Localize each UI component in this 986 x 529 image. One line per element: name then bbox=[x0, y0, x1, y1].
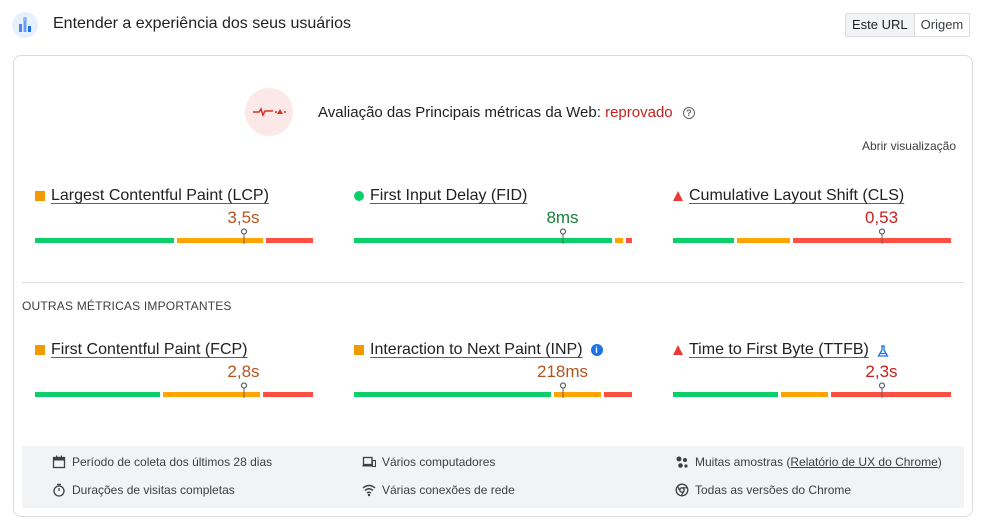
period-item: Período de coleta dos últimos 28 dias bbox=[52, 455, 272, 469]
distribution-bar bbox=[35, 238, 313, 243]
needs-improvement-segment bbox=[176, 238, 263, 243]
section-header: Entender a experiência dos seus usuários… bbox=[0, 0, 986, 50]
visits-item: Durações de visitas completas bbox=[52, 483, 235, 497]
poor-segment bbox=[265, 238, 313, 243]
timer-icon bbox=[53, 483, 65, 497]
network-item: Várias conexões de rede bbox=[362, 483, 515, 497]
distribution-bar bbox=[354, 238, 632, 243]
good-segment bbox=[673, 392, 779, 397]
metric-name-link[interactable]: Cumulative Layout Shift (CLS) bbox=[689, 187, 904, 205]
metric-value: 218ms bbox=[536, 362, 589, 381]
metric-value: 2,3s bbox=[865, 362, 898, 381]
devices-item: Vários computadores bbox=[362, 455, 495, 469]
wifi-icon bbox=[362, 484, 376, 497]
distribution-bar bbox=[673, 238, 951, 243]
p75-marker bbox=[240, 228, 247, 245]
period-text: Período de coleta dos últimos 28 dias bbox=[72, 455, 273, 469]
metric-fcp: First Contentful Paint (FCP) 2,8s bbox=[35, 340, 313, 410]
section-title: Entender a experiência dos seus usuários bbox=[53, 15, 351, 32]
section-divider bbox=[22, 282, 964, 283]
distribution-bar bbox=[35, 392, 313, 397]
samples-suffix: ) bbox=[937, 455, 942, 469]
crux-report-link[interactable]: Relatório de UX do Chrome bbox=[790, 455, 937, 469]
needs-improvement-segment bbox=[781, 392, 829, 397]
metric-header: First Input Delay (FID) bbox=[354, 186, 527, 206]
good-segment bbox=[354, 238, 613, 243]
metric-header: First Contentful Paint (FCP) bbox=[35, 340, 248, 360]
p75-marker bbox=[559, 382, 566, 399]
good-circle-icon bbox=[354, 191, 364, 201]
needs-improvement-segment bbox=[736, 238, 790, 243]
metric-fid: First Input Delay (FID) 8ms bbox=[354, 186, 632, 256]
needs-improvement-square-icon bbox=[35, 191, 45, 201]
calendar-icon bbox=[52, 455, 66, 469]
p75-marker bbox=[559, 228, 566, 245]
poor-triangle-icon bbox=[673, 191, 683, 201]
poor-segment bbox=[792, 238, 951, 243]
network-text: Várias conexões de rede bbox=[382, 483, 515, 497]
devices-icon bbox=[362, 456, 376, 468]
samples-item: Muitas amostras (Relatório de UX do Chro… bbox=[675, 455, 942, 469]
visits-text: Durações de visitas completas bbox=[72, 483, 235, 497]
metric-name-link[interactable]: First Contentful Paint (FCP) bbox=[51, 341, 248, 359]
good-segment bbox=[354, 392, 552, 397]
assessment-text: Avaliação das Principais métricas da Web… bbox=[318, 104, 695, 121]
p75-marker bbox=[240, 382, 247, 399]
this-url-button[interactable]: Este URL bbox=[846, 14, 915, 36]
chrome-icon bbox=[675, 483, 689, 497]
distribution-bar bbox=[354, 392, 632, 397]
metric-name-link[interactable]: First Input Delay (FID) bbox=[370, 187, 527, 205]
metric-name-link[interactable]: Interaction to Next Paint (INP) bbox=[370, 341, 583, 359]
assessment-status: reprovado bbox=[605, 104, 673, 121]
assessment-failed-icon bbox=[245, 88, 293, 136]
poor-segment bbox=[626, 238, 632, 243]
metric-value: 0,53 bbox=[864, 208, 899, 227]
needs-improvement-square-icon bbox=[354, 345, 364, 355]
question-circle-icon[interactable]: ? bbox=[682, 107, 695, 119]
p75-marker bbox=[878, 382, 885, 399]
poor-segment bbox=[262, 392, 313, 397]
good-segment bbox=[673, 238, 734, 243]
metric-name-link[interactable]: Time to First Byte (TTFB) bbox=[689, 341, 869, 359]
good-segment bbox=[35, 392, 160, 397]
metric-name-link[interactable]: Largest Contentful Paint (LCP) bbox=[51, 187, 269, 205]
metric-ttfb: Time to First Byte (TTFB) 2,3s bbox=[673, 340, 951, 410]
metadata-footer: Período de coleta dos últimos 28 dias Du… bbox=[22, 446, 964, 508]
samples-icon bbox=[676, 456, 688, 468]
poor-segment bbox=[831, 392, 951, 397]
devices-text: Vários computadores bbox=[382, 455, 496, 469]
metric-value: 2,8s bbox=[227, 362, 260, 381]
open-view-link[interactable]: Abrir visualização bbox=[862, 139, 956, 153]
needs-improvement-segment bbox=[615, 238, 624, 243]
metric-value: 3,5s bbox=[227, 208, 260, 227]
metric-header: Largest Contentful Paint (LCP) bbox=[35, 186, 269, 206]
origin-button[interactable]: Origem bbox=[914, 14, 970, 36]
p75-marker bbox=[878, 228, 885, 245]
other-metrics-label: OUTRAS MÉTRICAS IMPORTANTES bbox=[22, 299, 232, 313]
metric-header: Time to First Byte (TTFB) bbox=[673, 340, 889, 360]
chrome-item: Todas as versões do Chrome bbox=[675, 483, 851, 497]
metric-header: Cumulative Layout Shift (CLS) bbox=[673, 186, 904, 206]
metric-header: Interaction to Next Paint (INP) i bbox=[354, 340, 603, 360]
flask-icon[interactable] bbox=[877, 344, 889, 357]
needs-improvement-square-icon bbox=[35, 345, 45, 355]
scope-toggle: Este URL Origem bbox=[845, 13, 971, 37]
assessment-label: Avaliação das Principais métricas da Web… bbox=[318, 104, 601, 121]
distribution-bar bbox=[673, 392, 951, 397]
chrome-text: Todas as versões do Chrome bbox=[695, 483, 852, 497]
good-segment bbox=[35, 238, 174, 243]
samples-prefix: Muitas amostras ( bbox=[695, 455, 791, 469]
metric-cls: Cumulative Layout Shift (CLS) 0,53 bbox=[673, 186, 951, 256]
metric-inp: Interaction to Next Paint (INP) i 218ms bbox=[354, 340, 632, 410]
metric-lcp: Largest Contentful Paint (LCP) 3,5s bbox=[35, 186, 313, 256]
poor-segment bbox=[604, 392, 632, 397]
poor-triangle-icon bbox=[673, 345, 683, 355]
metric-value: 8ms bbox=[546, 208, 579, 227]
crux-logo-icon bbox=[12, 12, 38, 38]
field-data-card: Avaliação das Principais métricas da Web… bbox=[13, 55, 973, 517]
info-icon[interactable]: i bbox=[590, 344, 603, 356]
